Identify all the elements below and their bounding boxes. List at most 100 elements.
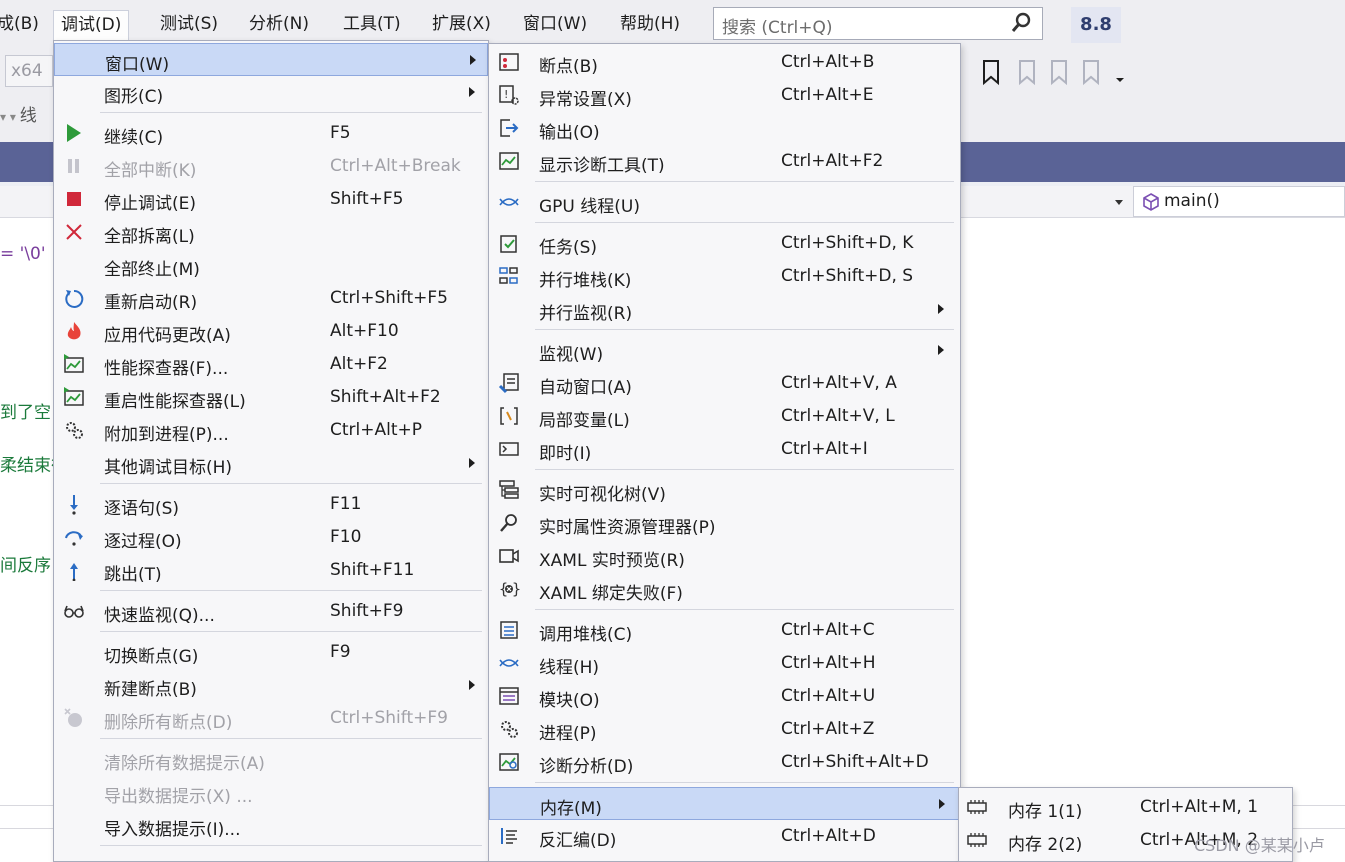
- step-into-icon: [70, 495, 78, 515]
- menu-item-restart[interactable]: 重新启动(R) Ctrl+Shift+F5: [54, 282, 488, 315]
- menu-item-diagnostic-analysis[interactable]: 诊断分析(D) Ctrl+Shift+Alt+D: [489, 746, 960, 779]
- toolbar-dropdown-icon[interactable]: ▾ ▾: [0, 110, 20, 124]
- platform-combo[interactable]: x64: [5, 55, 53, 87]
- menu-analyze[interactable]: 分析(N): [242, 10, 316, 40]
- menu-item-breakpoints[interactable]: 断点(B) Ctrl+Alt+B: [489, 46, 960, 79]
- menu-test[interactable]: 测试(S): [153, 10, 225, 40]
- menu-item-graphics[interactable]: 图形(C): [54, 76, 488, 109]
- menu-item-break-all[interactable]: 全部中断(K) Ctrl+Alt+Break: [54, 150, 488, 183]
- property-explorer-icon: [500, 514, 517, 532]
- menu-item-output[interactable]: 输出(O): [489, 112, 960, 145]
- menu-separator: [100, 112, 482, 113]
- menu-item-label: XAML 实时预览(R): [539, 551, 685, 571]
- menu-item-disassembly[interactable]: 反汇编(D) Ctrl+Alt+D: [489, 820, 960, 853]
- xaml-preview-icon: [499, 549, 519, 563]
- menu-item-shortcut: Ctrl+Alt+D: [781, 826, 876, 846]
- visual-tree-icon: [499, 480, 519, 499]
- memory-chip-icon: [967, 833, 987, 847]
- menu-item-new-breakpoint[interactable]: 新建断点(B): [54, 669, 488, 702]
- menu-item-shortcut: F10: [330, 527, 362, 547]
- menu-item-other-debug-targets[interactable]: 其他调试目标(H): [54, 447, 488, 480]
- menu-item-label: 内存(M): [540, 799, 602, 819]
- menu-item-label: 继续(C): [104, 128, 164, 148]
- gears-icon: [501, 721, 518, 738]
- menu-item-live-visual-tree[interactable]: 实时可视化树(V): [489, 474, 960, 507]
- menu-item-modules[interactable]: 模块(O) Ctrl+Alt+U: [489, 680, 960, 713]
- menu-window[interactable]: 窗口(W): [516, 10, 594, 40]
- bookmark-prev-icon[interactable]: [1019, 60, 1035, 86]
- menu-item-attach-to-process[interactable]: 附加到进程(P)... Ctrl+Alt+P: [54, 414, 488, 447]
- menu-item-window[interactable]: 窗口(W): [54, 43, 488, 76]
- menu-item-relaunch-profiler[interactable]: 重启性能探查器(L) Shift+Alt+F2: [54, 381, 488, 414]
- menu-item-shortcut: Ctrl+Alt+P: [330, 420, 423, 440]
- bookmark-clear-icon[interactable]: [1083, 60, 1099, 86]
- menu-item-locals[interactable]: 局部变量(L) Ctrl+Alt+V, L: [489, 400, 960, 433]
- menu-item-label: 全部终止(M): [104, 260, 200, 280]
- menu-item-parallel-watch[interactable]: 并行监视(R): [489, 293, 960, 326]
- version-badge[interactable]: 8.8: [1071, 7, 1121, 43]
- threads-icon: [499, 198, 519, 206]
- menu-item-step-into[interactable]: 逐语句(S) F11: [54, 488, 488, 521]
- menu-item-tasks[interactable]: 任务(S) Ctrl+Shift+D, K: [489, 227, 960, 260]
- menu-item-continue[interactable]: 继续(C) F5: [54, 117, 488, 150]
- menu-item-detach-all[interactable]: 全部拆离(L): [54, 216, 488, 249]
- menu-item-label: 导出数据提示(X) ...: [104, 787, 253, 807]
- menu-item-exception-settings[interactable]: ! 异常设置(X) Ctrl+Alt+E: [489, 79, 960, 112]
- menu-item-watch[interactable]: 监视(W): [489, 334, 960, 367]
- menu-item-diagnostic-tools[interactable]: 显示诊断工具(T) Ctrl+Alt+F2: [489, 145, 960, 178]
- menu-item-autos[interactable]: 自动窗口(A) Ctrl+Alt+V, A: [489, 367, 960, 400]
- menu-item-delete-all-breakpoints[interactable]: 删除所有断点(D) Ctrl+Shift+F9: [54, 702, 488, 735]
- menu-item-memory[interactable]: 内存(M): [489, 787, 960, 820]
- search-input[interactable]: 搜索 (Ctrl+Q): [713, 7, 1043, 40]
- exception-settings-icon: !: [499, 85, 519, 105]
- menu-item-threads[interactable]: 线程(H) Ctrl+Alt+H: [489, 647, 960, 680]
- menu-item-processes[interactable]: 进程(P) Ctrl+Alt+Z: [489, 713, 960, 746]
- toolbar-overflow-icon[interactable]: [1116, 78, 1124, 82]
- menu-item-memory-1[interactable]: 内存 1(1) Ctrl+Alt+M, 1: [959, 791, 1292, 824]
- menu-item-xaml-live-preview[interactable]: XAML 实时预览(R): [489, 540, 960, 573]
- menu-item-toggle-breakpoint[interactable]: 切换断点(G) F9: [54, 636, 488, 669]
- bookmark-next-icon[interactable]: [1051, 60, 1067, 86]
- menu-item-call-stack[interactable]: 调用堆栈(C) Ctrl+Alt+C: [489, 614, 960, 647]
- menu-item-label: 应用代码更改(A): [104, 326, 231, 346]
- menu-item-clear-datatips[interactable]: 清除所有数据提示(A): [54, 743, 488, 776]
- profiler-icon: [64, 387, 84, 406]
- menu-item-step-out[interactable]: 跳出(T) Shift+F11: [54, 554, 488, 587]
- menu-item-label: 窗口(W): [105, 55, 170, 75]
- menu-item-step-over[interactable]: 逐过程(O) F10: [54, 521, 488, 554]
- menu-separator: [100, 483, 482, 484]
- menu-item-label: 实时可视化树(V): [539, 485, 666, 505]
- menu-debug[interactable]: 调试(D): [53, 10, 130, 44]
- hot-reload-icon: [67, 322, 81, 340]
- menu-help[interactable]: 帮助(H): [613, 10, 687, 40]
- menu-item-shortcut: F9: [330, 642, 351, 662]
- menu-item-live-property-explorer[interactable]: 实时属性资源管理器(P): [489, 507, 960, 540]
- menu-item-label: 即时(I): [539, 444, 592, 464]
- submenu-arrow-icon: [938, 304, 944, 314]
- menu-item-quick-watch[interactable]: 快速监视(Q)... Shift+F9: [54, 595, 488, 628]
- menu-item-stop-debugging[interactable]: 停止调试(E) Shift+F5: [54, 183, 488, 216]
- menu-item-xaml-binding-failures[interactable]: {} XAML 绑定失败(F): [489, 573, 960, 606]
- menu-item-label: 删除所有断点(D): [104, 713, 233, 733]
- menu-item-shortcut: Ctrl+Alt+E: [781, 85, 874, 105]
- submenu-arrow-icon: [469, 87, 475, 97]
- menu-item-export-datatips[interactable]: 导出数据提示(X) ...: [54, 776, 488, 809]
- menu-item-gpu-threads[interactable]: GPU 线程(U): [489, 186, 960, 219]
- menu-item-import-datatips[interactable]: 导入数据提示(I)...: [54, 809, 488, 842]
- menu-extensions[interactable]: 扩展(X): [425, 10, 498, 40]
- menu-item-apply-code-changes[interactable]: 应用代码更改(A) Alt+F10: [54, 315, 488, 348]
- menu-item-parallel-stacks[interactable]: 并行堆栈(K) Ctrl+Shift+D, S: [489, 260, 960, 293]
- menu-item-immediate[interactable]: 即时(I) Ctrl+Alt+I: [489, 433, 960, 466]
- menu-item-terminate-all[interactable]: 全部终止(M): [54, 249, 488, 282]
- submenu-arrow-icon: [939, 799, 945, 809]
- function-combo[interactable]: main(): [1133, 186, 1345, 217]
- menu-item-label: 切换断点(G): [104, 647, 199, 667]
- menu-separator: [535, 181, 954, 182]
- code-comment: 间反序: [0, 556, 51, 576]
- menu-build[interactable]: 成(B): [0, 10, 46, 40]
- scope-dropdown-icon[interactable]: [1113, 196, 1125, 208]
- menu-tools[interactable]: 工具(T): [336, 10, 408, 40]
- bookmark-icon[interactable]: [983, 60, 999, 86]
- menu-item-performance-profiler[interactable]: 性能探查器(F)... Alt+F2: [54, 348, 488, 381]
- svg-text:!: !: [504, 88, 508, 101]
